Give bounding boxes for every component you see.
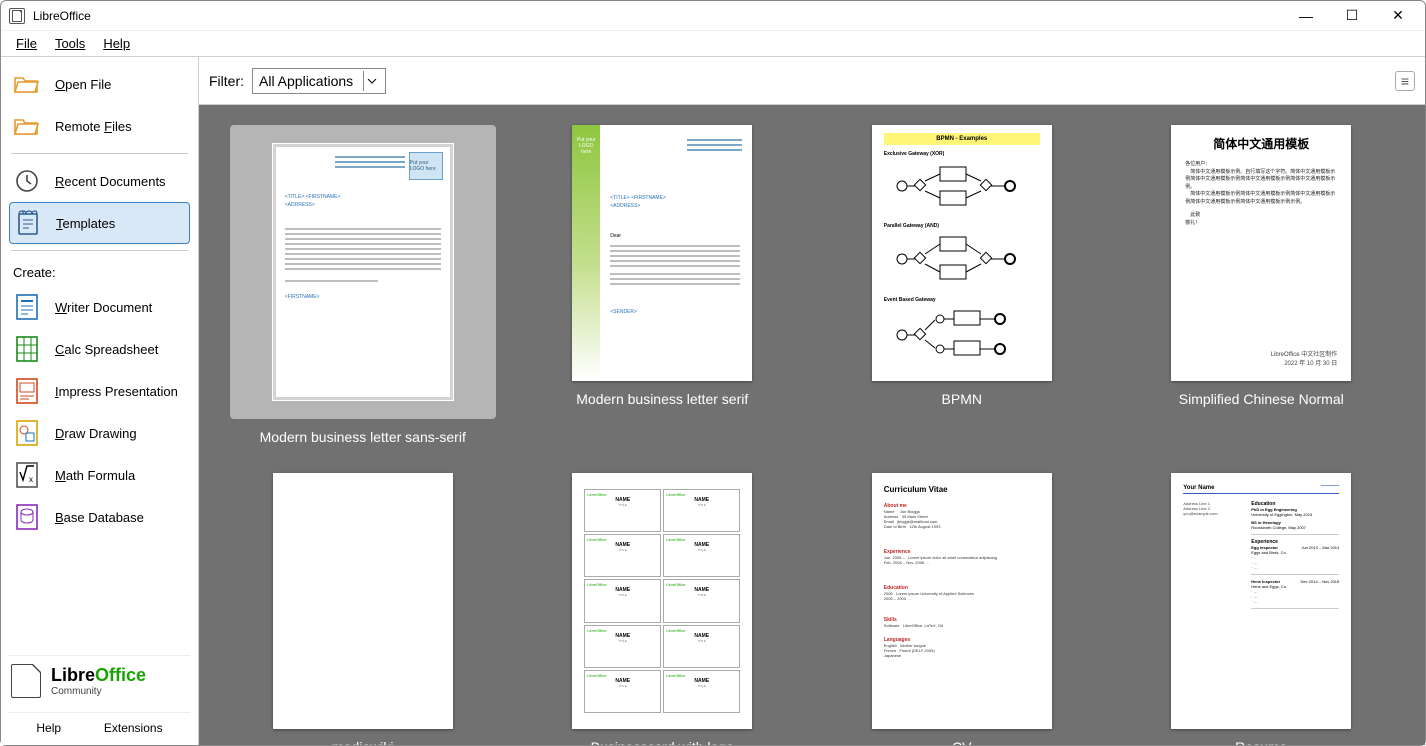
menu-tools[interactable]: Tools (46, 33, 94, 54)
template-card-scn[interactable]: 简体中文通用模板 各位用户： 简体中文通用模板示例。自行填写这个字符。简体中文通… (1128, 125, 1394, 445)
template-thumbnail: Your Name▔▔▔▔▔▔ Address Line 1 Address L… (1171, 473, 1351, 729)
window-maximize-button[interactable]: ☐ (1329, 2, 1375, 30)
sidebar-label: Writer Document (55, 300, 152, 315)
sidebar-item-remote-files[interactable]: Remote Files (9, 105, 190, 147)
template-card-mediawiki[interactable]: mediawiki (230, 473, 496, 745)
template-thumbnail: Put your LOGO here <TITLE> <FIRSTNAME> <… (572, 125, 752, 381)
businesscard-grid: LibreOfficeNAMETITLELibreOfficeNAMETITLE… (584, 489, 740, 713)
template-name: Modern business letter serif (576, 391, 748, 407)
filter-label: Filter: (209, 73, 244, 89)
template-name: Businesscard with logo (591, 739, 734, 745)
sidebar-label: Math Formula (55, 468, 135, 483)
sidebar-item-calc-spreadsheet[interactable]: Calc Spreadsheet (9, 328, 190, 370)
content-area: Filter: All Applications ≡ Put your LOGO… (199, 57, 1425, 745)
extensions-link[interactable]: Extensions (104, 721, 163, 735)
folder-remote-icon (13, 112, 41, 140)
templates-icon (14, 209, 42, 237)
sidebar-label: Calc Spreadsheet (55, 342, 158, 357)
sidebar-label: Impress Presentation (55, 384, 178, 399)
titlebar: LibreOffice — ☐ ✕ (1, 1, 1425, 31)
base-icon (13, 503, 41, 531)
folder-open-icon (13, 70, 41, 98)
settings-menu-button[interactable]: ≡ (1395, 71, 1415, 91)
template-name: BPMN (942, 391, 982, 407)
menubar: File Tools Help (1, 31, 1425, 57)
app-icon (9, 8, 25, 24)
window-title: LibreOffice (33, 9, 91, 23)
sidebar-item-math-formula[interactable]: x Math Formula (9, 454, 190, 496)
sidebar-item-writer-document[interactable]: Writer Document (9, 286, 190, 328)
filter-bar: Filter: All Applications ≡ (199, 57, 1425, 105)
template-card-modern-sans[interactable]: Put your LOGO here <TITLE> <FIRSTNAME> <… (230, 125, 496, 445)
template-thumbnail: LibreOfficeNAMETITLELibreOfficeNAMETITLE… (572, 473, 752, 729)
calc-icon (13, 335, 41, 363)
template-card-bpmn[interactable]: BPMN - Examples Exclusive Gateway (XOR) … (829, 125, 1095, 445)
svg-text:x: x (29, 475, 33, 484)
template-thumbnail: BPMN - Examples Exclusive Gateway (XOR) … (872, 125, 1052, 381)
draw-icon (13, 419, 41, 447)
sidebar-label: Base Database (55, 510, 144, 525)
sidebar-item-draw-drawing[interactable]: Draw Drawing (9, 412, 190, 454)
template-card-cv[interactable]: Curriculum Vitae About me Name Joe Blogg… (829, 473, 1095, 745)
template-name: Modern business letter sans-serif (260, 429, 466, 445)
template-card-bizcard[interactable]: LibreOfficeNAMETITLELibreOfficeNAMETITLE… (529, 473, 795, 745)
clock-icon (13, 167, 41, 195)
template-name: Resume (1235, 739, 1287, 745)
template-thumbnail: Put your LOGO here <TITLE> <FIRSTNAME> <… (273, 144, 453, 400)
sidebar-item-base-database[interactable]: Base Database (9, 496, 190, 538)
template-card-resume[interactable]: Your Name▔▔▔▔▔▔ Address Line 1 Address L… (1128, 473, 1394, 745)
sidebar-label: Open File (55, 77, 111, 92)
divider (11, 250, 188, 251)
template-gallery[interactable]: Put your LOGO here <TITLE> <FIRSTNAME> <… (199, 105, 1425, 745)
libreoffice-logo-icon (11, 664, 41, 698)
template-name: CV (952, 739, 971, 745)
template-name: Simplified Chinese Normal (1179, 391, 1344, 407)
help-link[interactable]: Help (36, 721, 61, 735)
math-icon: x (13, 461, 41, 489)
menu-file[interactable]: File (7, 33, 46, 54)
window-close-button[interactable]: ✕ (1375, 2, 1421, 30)
template-thumbnail: Curriculum Vitae About me Name Joe Blogg… (872, 473, 1052, 729)
sidebar: Open File Remote Files Recent Documents … (1, 57, 199, 745)
menu-help[interactable]: Help (94, 33, 139, 54)
impress-icon (13, 377, 41, 405)
sidebar-label: Remote Files (55, 119, 132, 134)
template-name: mediawiki (332, 739, 393, 745)
sidebar-label: Templates (56, 216, 115, 231)
sidebar-item-templates[interactable]: Templates (9, 202, 190, 244)
window-minimize-button[interactable]: — (1283, 2, 1329, 30)
template-thumbnail: 简体中文通用模板 各位用户： 简体中文通用模板示例。自行填写这个字符。简体中文通… (1171, 125, 1351, 381)
sidebar-label: Draw Drawing (55, 426, 137, 441)
sidebar-label: Recent Documents (55, 174, 166, 189)
divider (11, 153, 188, 154)
sidebar-create-heading: Create: (9, 257, 190, 286)
chevron-down-icon (363, 71, 379, 91)
writer-icon (13, 293, 41, 321)
filter-value: All Applications (259, 73, 353, 89)
sidebar-item-impress-presentation[interactable]: Impress Presentation (9, 370, 190, 412)
filter-dropdown[interactable]: All Applications (252, 68, 386, 94)
sidebar-item-open-file[interactable]: Open File (9, 63, 190, 105)
brand-logo: LibreOffice Community (9, 655, 190, 712)
template-card-modern-serif[interactable]: Put your LOGO here <TITLE> <FIRSTNAME> <… (529, 125, 795, 445)
sidebar-item-recent-documents[interactable]: Recent Documents (9, 160, 190, 202)
template-thumbnail (273, 473, 453, 729)
